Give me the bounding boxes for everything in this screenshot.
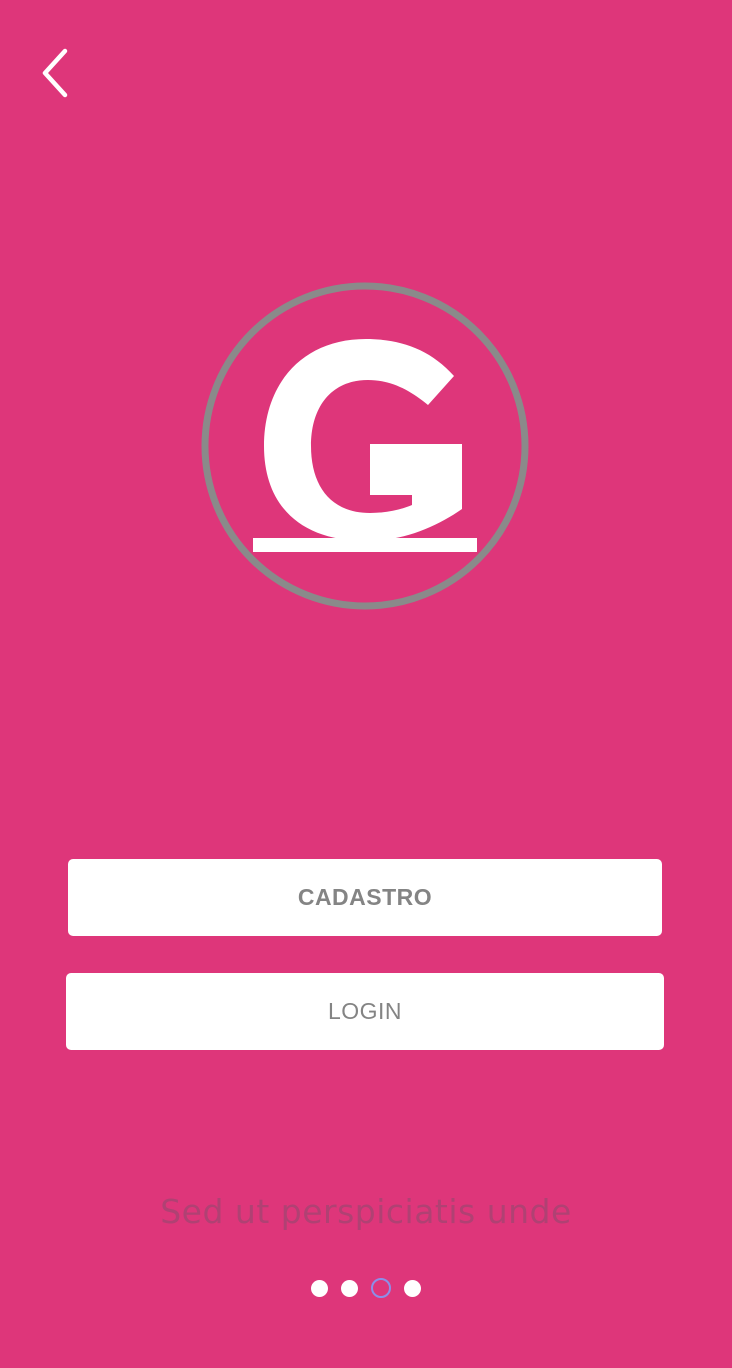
chevron-left-icon [42,48,68,98]
page-indicator [0,1277,732,1299]
tagline: Sed ut perspiciatis unde [160,1192,572,1231]
back-button[interactable] [28,38,84,108]
page-dot-1[interactable] [311,1279,328,1297]
login-button[interactable]: LOGIN [66,973,664,1050]
page-dot-3-active[interactable] [371,1278,391,1298]
page-dot-4[interactable] [404,1279,421,1297]
page-dot-2[interactable] [341,1279,358,1297]
g-logo-icon [198,279,532,613]
welcome-screen: CADASTRO LOGIN Sed ut perspiciatis unde [0,0,732,1368]
signup-button[interactable]: CADASTRO [68,859,662,936]
